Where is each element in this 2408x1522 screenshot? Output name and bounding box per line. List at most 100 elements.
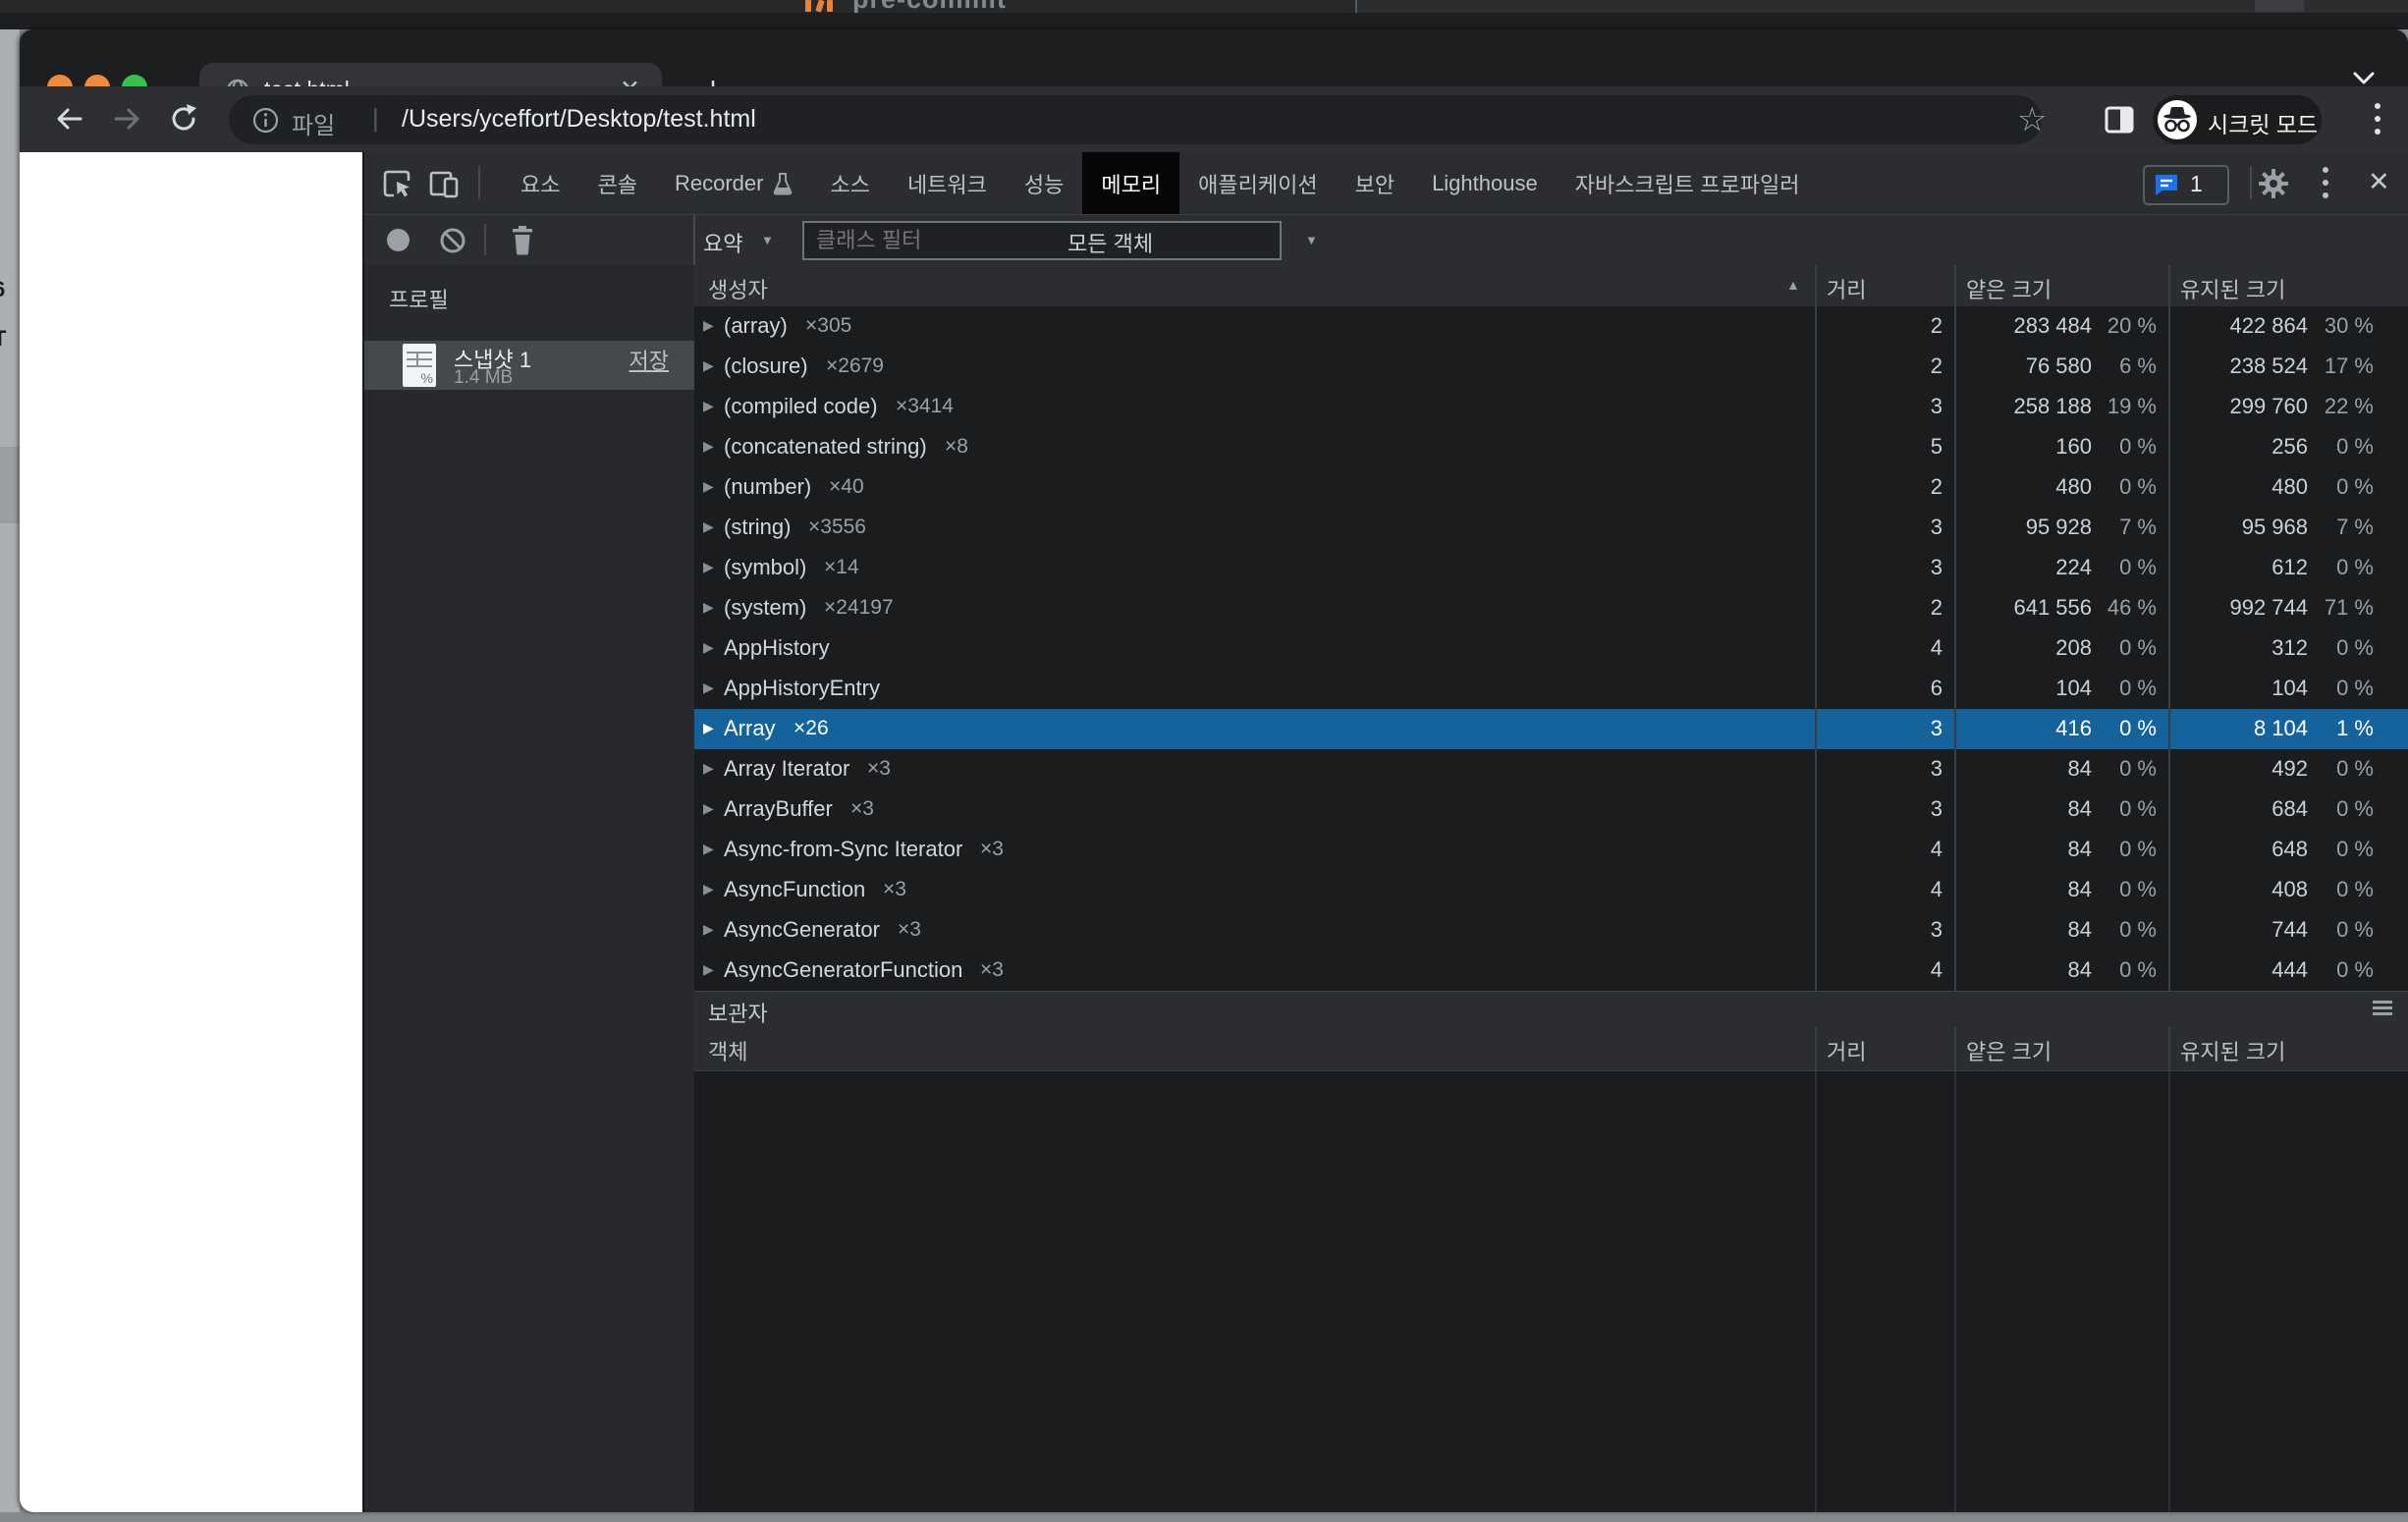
- instance-count: ×2679: [826, 354, 884, 378]
- issues-badge[interactable]: 1: [2143, 165, 2229, 205]
- settings-gear-icon[interactable]: [2258, 168, 2289, 199]
- table-row[interactable]: ▶(concatenated string)×851600 %2560 %: [694, 427, 2408, 467]
- grid-header[interactable]: 생성자 ▲ 거리 얕은 크기 유지된 크기: [694, 265, 2408, 307]
- devtools-tabbar: 요소콘솔 Recorder 소스네트워크성능메모리애플리케이션보안Lighthous…: [364, 152, 2408, 215]
- table-row[interactable]: ▶ArrayBuffer×33840 %6840 %: [694, 789, 2408, 830]
- background-tab-fragment: [2255, 0, 2304, 12]
- devtools-tab[interactable]: 애플리케이션: [1179, 152, 1336, 214]
- table-row[interactable]: ▶(symbol)×1432240 %6120 %: [694, 548, 2408, 588]
- disclosure-triangle-icon[interactable]: ▶: [703, 720, 714, 736]
- table-row[interactable]: ▶(system)×241972641 55646 %992 74471 %: [694, 588, 2408, 628]
- instance-count: ×26: [794, 717, 829, 740]
- table-row[interactable]: ▶AsyncGenerator×33840 %7440 %: [694, 910, 2408, 951]
- retained-size-value: 492: [2111, 756, 2308, 782]
- col-constructor[interactable]: 생성자: [708, 273, 768, 304]
- table-row[interactable]: ▶AsyncFunction×34840 %4080 %: [694, 870, 2408, 910]
- info-icon[interactable]: [252, 107, 279, 134]
- retained-size-percent: 7 %: [2315, 515, 2374, 540]
- disclosure-triangle-icon[interactable]: ▶: [703, 921, 714, 938]
- side-panel-icon[interactable]: [2104, 104, 2135, 136]
- class-filter-input[interactable]: [802, 221, 1282, 260]
- devtools-tab[interactable]: Recorder: [656, 152, 811, 214]
- retained-size-percent: 1 %: [2315, 716, 2374, 741]
- col-distance[interactable]: 거리: [1827, 273, 1866, 304]
- table-row[interactable]: ▶AsyncGeneratorFunction×34840 %4440 %: [694, 951, 2408, 991]
- devtools-tab[interactable]: 요소: [502, 152, 578, 214]
- trash-icon[interactable]: [509, 225, 536, 255]
- disclosure-triangle-icon[interactable]: ▶: [703, 639, 714, 656]
- device-toolbar-icon[interactable]: [427, 167, 461, 200]
- background-top-strip: pre-commit: [0, 0, 2408, 29]
- table-row[interactable]: ▶AppHistoryEntry61040 %1040 %: [694, 669, 2408, 709]
- col-shallow[interactable]: 얕은 크기: [1966, 1035, 2052, 1066]
- devtools-close-icon[interactable]: ✕: [2368, 167, 2390, 197]
- devtools-tab[interactable]: 보안: [1337, 152, 1413, 214]
- page-viewport[interactable]: [20, 152, 362, 1512]
- table-row[interactable]: ▶(string)×3556395 9287 %95 9687 %: [694, 508, 2408, 548]
- tab-search-chevron-icon[interactable]: [2349, 69, 2379, 88]
- devtools-tab[interactable]: 성능: [1006, 152, 1082, 214]
- devtools-tab[interactable]: 소스: [811, 152, 888, 214]
- disclosure-triangle-icon[interactable]: ▶: [703, 559, 714, 575]
- disclosure-triangle-icon[interactable]: ▶: [703, 357, 714, 374]
- disclosure-triangle-icon[interactable]: ▶: [703, 518, 714, 535]
- col-retained[interactable]: 유지된 크기: [2180, 1035, 2285, 1066]
- objects-select[interactable]: 모든 객체: [1067, 227, 1153, 258]
- devtools-tab[interactable]: 메모리: [1082, 152, 1179, 214]
- disclosure-triangle-icon[interactable]: ▶: [703, 679, 714, 696]
- reload-icon[interactable]: [167, 102, 200, 136]
- table-row[interactable]: ▶(compiled code)×34143258 18819 %299 760…: [694, 387, 2408, 427]
- browser-menu-icon[interactable]: [2375, 103, 2381, 136]
- shallow-size-value: 84: [1895, 917, 2092, 943]
- constructor-rows: ▶(array)×3052283 48420 %422 86430 %▶(clo…: [694, 306, 2408, 991]
- url-text[interactable]: /Users/yceffort/Desktop/test.html: [402, 105, 756, 134]
- inspect-element-icon[interactable]: [382, 168, 413, 199]
- bookmark-star-icon[interactable]: ☆: [2017, 100, 2047, 139]
- disclosure-triangle-icon[interactable]: ▶: [703, 398, 714, 414]
- browser-toolbar: 파일 | /Users/yceffort/Desktop/test.html ☆: [20, 86, 2408, 152]
- address-bar[interactable]: 파일 | /Users/yceffort/Desktop/test.html: [229, 95, 2042, 144]
- background-text: pre-commit: [852, 0, 1007, 13]
- col-retained[interactable]: 유지된 크기: [2180, 273, 2285, 304]
- table-row[interactable]: ▶(closure)×2679276 5806 %238 52417 %: [694, 347, 2408, 387]
- snapshot-save-link[interactable]: 저장: [629, 344, 669, 375]
- window-content: 요소콘솔 Recorder 소스네트워크성능메모리애플리케이션보안Lighthous…: [20, 152, 2408, 1512]
- devtools-tab[interactable]: Lighthouse: [1413, 152, 1557, 214]
- record-heap-button[interactable]: [387, 229, 410, 251]
- disclosure-triangle-icon[interactable]: ▶: [703, 317, 714, 334]
- devtools-tab[interactable]: 네트워크: [889, 152, 1006, 214]
- constructor-name: AsyncGeneratorFunction: [724, 957, 962, 983]
- disclosure-triangle-icon[interactable]: ▶: [703, 961, 714, 978]
- clear-icon[interactable]: [439, 227, 466, 254]
- toolbar-divider: [484, 224, 486, 255]
- disclosure-triangle-icon[interactable]: ▶: [703, 800, 714, 817]
- perspective-select[interactable]: 요약: [703, 227, 742, 258]
- disclosure-triangle-icon[interactable]: ▶: [703, 438, 714, 455]
- shallow-size-value: 224: [1895, 555, 2092, 580]
- devtools-menu-icon[interactable]: [2323, 167, 2328, 200]
- table-row[interactable]: ▶Array Iterator×33840 %4920 %: [694, 749, 2408, 789]
- forward-icon[interactable]: [110, 102, 143, 136]
- snapshot-item[interactable]: % 스냅샷 1 1.4 MB 저장: [364, 341, 694, 390]
- col-distance[interactable]: 거리: [1827, 1035, 1866, 1066]
- table-row[interactable]: ▶(array)×3052283 48420 %422 86430 %: [694, 306, 2408, 347]
- disclosure-triangle-icon[interactable]: ▶: [703, 599, 714, 616]
- retainers-menu-icon[interactable]: [2373, 1001, 2392, 1016]
- table-row[interactable]: ▶(number)×4024800 %4800 %: [694, 467, 2408, 508]
- table-row[interactable]: ▶Async-from-Sync Iterator×34840 %6480 %: [694, 830, 2408, 870]
- col-object[interactable]: 객체: [708, 1035, 747, 1066]
- disclosure-triangle-icon[interactable]: ▶: [703, 760, 714, 777]
- disclosure-triangle-icon[interactable]: ▶: [703, 478, 714, 495]
- devtools-tab[interactable]: 자바스크립트 프로파일러: [1557, 152, 1819, 214]
- retainers-grid-header[interactable]: 객체 거리 얕은 크기 유지된 크기: [694, 1027, 2408, 1071]
- devtools-tab-label: Recorder: [675, 171, 763, 196]
- table-row[interactable]: ▶AppHistory42080 %3120 %: [694, 628, 2408, 669]
- incognito-badge[interactable]: 시크릿 모드: [2153, 95, 2322, 144]
- retained-size-percent: 0 %: [2315, 434, 2374, 460]
- disclosure-triangle-icon[interactable]: ▶: [703, 881, 714, 897]
- table-row[interactable]: ▶Array×2634160 %8 1041 %: [694, 709, 2408, 749]
- devtools-tab[interactable]: 콘솔: [578, 152, 655, 214]
- disclosure-triangle-icon[interactable]: ▶: [703, 841, 714, 857]
- back-icon[interactable]: [53, 102, 86, 136]
- col-shallow[interactable]: 얕은 크기: [1966, 273, 2052, 304]
